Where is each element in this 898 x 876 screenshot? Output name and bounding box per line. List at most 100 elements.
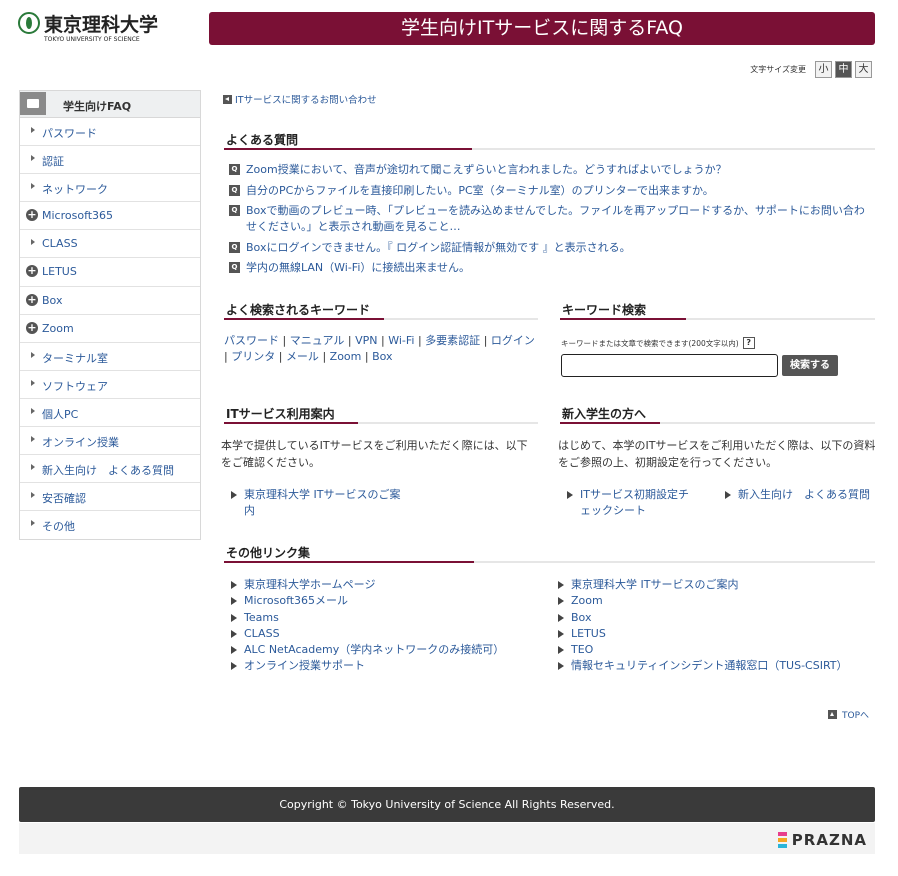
sidebar-item[interactable]: 新入生向け よくある質問 (20, 455, 200, 484)
sidebar-item-label: ネットワーク (42, 183, 108, 197)
keyword-link[interactable]: Box (372, 350, 392, 363)
triangle-bullet-icon (231, 646, 237, 655)
sidebar-item[interactable]: その他 (20, 511, 200, 539)
sidebar-item-label: Box (42, 293, 63, 307)
link-item[interactable]: Zoom (556, 593, 876, 609)
keywords-heading-rule (224, 318, 538, 320)
sidebar-item-label: CLASS (42, 237, 78, 251)
triangle-bullet-icon (558, 629, 564, 638)
link-label: 新入生向け よくある質問 (738, 488, 870, 501)
freshmen-heading: 新入学生の方へ (560, 405, 875, 424)
sidebar-item-label: 個人PC (42, 407, 79, 421)
link-label: ALC NetAcademy（学内ネットワークのみ接続可） (244, 643, 505, 657)
sidebar-item[interactable]: CLASS (20, 230, 200, 259)
help-icon[interactable]: ? (742, 337, 755, 349)
font-size-small-button[interactable]: 小 (815, 61, 832, 78)
font-size-large-button[interactable]: 大 (855, 61, 872, 78)
faq-heading-rule (224, 148, 875, 150)
keyword-link[interactable]: プリンタ (231, 350, 275, 363)
faq-item[interactable]: Q Zoom授業において、音声が途切れて聞こえずらいと言われました。どうすればよい… (229, 162, 869, 178)
up-arrow-icon (828, 710, 837, 719)
link-label: LETUS (571, 626, 606, 640)
faq-item[interactable]: Q Boxにログインできません。『 ログイン認証情報が無効です 』と表示される。 (229, 240, 869, 256)
question-badge-icon: Q (229, 164, 240, 175)
it-guide-heading-text: ITサービス利用案内 (226, 407, 335, 421)
search-heading-text: キーワード検索 (562, 303, 647, 317)
link-item[interactable]: Microsoft365メール (229, 593, 549, 609)
faq-item-text: Zoom授業において、音声が途切れて聞こえずらいと言われました。どうすればよいで… (246, 163, 727, 176)
link-item[interactable]: 東京理科大学 ITサービスのご案内 (229, 487, 404, 520)
sidebar-item[interactable]: + Box (20, 287, 200, 315)
freshmen-link-checksheet[interactable]: ITサービス初期設定チェックシート (565, 487, 695, 520)
link-label: Microsoft365メール (244, 594, 349, 608)
link-item[interactable]: 東京理科大学 ITサービスのご案内 (556, 577, 876, 593)
sidebar-item[interactable]: + LETUS (20, 258, 200, 287)
keyword-link[interactable]: ログイン (491, 334, 535, 347)
link-label: 東京理科大学ホームページ (244, 578, 376, 591)
link-label: 東京理科大学 ITサービスのご案内 (244, 488, 401, 518)
link-item[interactable]: Box (556, 610, 876, 626)
link-item[interactable]: ALC NetAcademy（学内ネットワークのみ接続可） (229, 642, 549, 658)
keyword-link[interactable]: メール (286, 350, 319, 363)
freshmen-link-faq[interactable]: 新入生向け よくある質問 (723, 487, 878, 503)
sidebar-item-label: ターミナル室 (42, 351, 108, 365)
logo-mark-icon (18, 12, 40, 34)
link-item[interactable]: Teams (229, 610, 549, 626)
faq-heading-text: よくある質問 (226, 133, 299, 147)
triangle-bullet-icon (558, 613, 564, 622)
link-item[interactable]: 情報セキュリティインシデント通報窓口（TUS-CSIRT） (556, 658, 876, 674)
page-top-link[interactable]: TOPへ (828, 708, 869, 721)
chevron-right-icon (31, 351, 35, 358)
sidebar-item[interactable]: ターミナル室 (20, 343, 200, 371)
faq-heading: よくある質問 (224, 131, 875, 150)
link-item[interactable]: TEO (556, 642, 876, 658)
university-logo[interactable]: 東京理科大学 TOKYO UNIVERSITY OF SCIENCE (18, 12, 158, 44)
sidebar-item[interactable]: パスワード (20, 118, 200, 147)
sidebar-item[interactable]: ソフトウェア (20, 371, 200, 399)
chevron-right-icon (31, 239, 35, 246)
sidebar-item[interactable]: + Microsoft365 (20, 202, 200, 231)
search-button[interactable]: 検索する (782, 355, 838, 376)
freshmen-heading-text: 新入学生の方へ (562, 407, 647, 421)
keyword-link[interactable]: VPN (355, 334, 377, 347)
keyword-link[interactable]: Wi-Fi (388, 334, 414, 347)
search-input[interactable] (561, 354, 778, 377)
sidebar-item[interactable]: オンライン授業 (20, 427, 200, 456)
faq-item[interactable]: Q 学内の無線LAN（Wi-Fi）に接続出来ません。 (229, 260, 869, 276)
expand-plus-icon: + (26, 292, 38, 306)
chevron-right-icon (31, 520, 35, 527)
sidebar-item[interactable]: ネットワーク (20, 174, 200, 203)
link-item[interactable]: LETUS (556, 626, 876, 642)
link-label: 東京理科大学 ITサービスのご案内 (571, 578, 739, 591)
link-label: オンライン授業サポート (244, 659, 365, 673)
sidebar-item[interactable]: 安否確認 (20, 483, 200, 512)
link-label: Box (571, 610, 592, 624)
keyword-separator: | (364, 350, 369, 363)
link-item[interactable]: 東京理科大学ホームページ (229, 577, 549, 593)
font-size-medium-button[interactable]: 中 (835, 61, 852, 78)
page-top-label: TOPへ (842, 711, 870, 721)
faq-list: Q Zoom授業において、音声が途切れて聞こえずらいと言われました。どうすればよい… (229, 162, 869, 281)
sidebar-item[interactable]: + Zoom (20, 315, 200, 343)
faq-item[interactable]: Q Boxで動画のプレビュー時、「プレビューを読み込めませんでした。ファイルを再ア… (229, 203, 869, 235)
faq-item-text: Boxで動画のプレビュー時、「プレビューを読み込めませんでした。ファイルを再アッ… (246, 204, 865, 233)
contact-link[interactable]: ITサービスに関するお問い合わせ (223, 92, 377, 106)
keyword-list: パスワード | マニュアル | VPN | Wi-Fi | 多要素認証 | ログ… (224, 333, 536, 365)
search-heading-rule (560, 318, 875, 320)
sidebar-item[interactable]: 認証 (20, 146, 200, 175)
triangle-bullet-icon (725, 491, 731, 499)
keyword-link[interactable]: 多要素認証 (425, 334, 480, 347)
link-item[interactable]: オンライン授業サポート (229, 658, 549, 674)
keyword-separator: | (224, 350, 228, 363)
keyword-link[interactable]: パスワード (224, 334, 279, 347)
font-size-label: 文字サイズ変更 (750, 65, 806, 74)
logo-subtitle: TOKYO UNIVERSITY OF SCIENCE (44, 36, 140, 43)
triangle-bullet-icon (231, 491, 237, 499)
keyword-link[interactable]: Zoom (330, 350, 362, 363)
sidebar-item[interactable]: 個人PC (20, 399, 200, 428)
faq-item[interactable]: Q 自分のPCからファイルを直接印刷したい。PC室（ターミナル室）のプリンターで出… (229, 183, 869, 199)
link-item[interactable]: CLASS (229, 626, 549, 642)
footer-copyright: Copyright © Tokyo University of Science … (19, 787, 875, 822)
keyword-link[interactable]: マニュアル (290, 334, 345, 347)
question-badge-icon: Q (229, 262, 240, 273)
